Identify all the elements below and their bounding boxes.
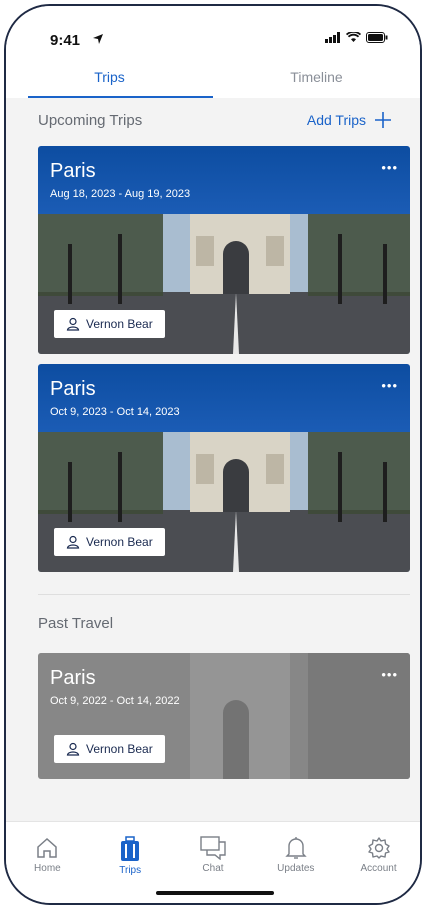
more-options-icon[interactable]: ••• [381,378,398,393]
nav-account[interactable]: Account [337,822,420,903]
past-trip-card[interactable]: Paris Oct 9, 2022 - Oct 14, 2022 ••• Ver… [38,653,410,779]
bottom-nav: Home Trips Chat Updates Account [6,821,420,903]
trip-city: Paris [50,667,96,689]
chat-icon [200,836,226,860]
top-tabs: Trips Timeline [6,58,420,98]
trip-city: Paris [50,160,96,182]
upcoming-header: Upcoming Trips Add Trips [6,98,420,142]
more-options-icon[interactable]: ••• [381,667,398,682]
home-indicator [156,891,274,895]
status-time: 9:41 [50,32,81,49]
trip-city: Paris [50,378,96,400]
tab-timeline[interactable]: Timeline [213,58,420,98]
suitcase-icon [121,836,140,861]
battery-icon [366,32,388,43]
signal-icon [325,32,340,43]
status-icons [325,32,388,43]
tab-trips[interactable]: Trips [6,58,213,98]
nav-updates-label: Updates [277,863,315,874]
past-travel-title: Past Travel [38,615,114,632]
nav-account-label: Account [360,863,397,874]
trip-dates: Oct 9, 2022 - Oct 14, 2022 [50,695,180,707]
trip-card-header: Paris Aug 18, 2023 - Aug 19, 2023 ••• [38,146,410,214]
traveler-name: Vernon Bear [86,535,153,549]
gear-icon [367,837,390,859]
traveler-name: Vernon Bear [86,317,153,331]
bell-icon [285,837,307,859]
status-bar: 9:41 [6,6,420,58]
person-icon [66,742,80,756]
add-trips-button[interactable]: Add Trips [307,111,392,129]
trip-card-header: Paris Oct 9, 2023 - Oct 14, 2023 ••• [38,364,410,432]
more-options-icon[interactable]: ••• [381,160,398,175]
phone-frame: 9:41 Trips Timeline Upcoming Trips Add T… [4,4,422,905]
trip-card[interactable]: Paris Aug 18, 2023 - Aug 19, 2023 ••• Ve… [38,146,410,354]
person-icon [66,535,80,549]
home-icon [37,837,58,858]
nav-home[interactable]: Home [6,822,89,903]
trip-card[interactable]: Paris Oct 9, 2023 - Oct 14, 2023 ••• Ver… [38,364,410,572]
traveler-button[interactable]: Vernon Bear [54,310,165,338]
trips-content: Upcoming Trips Add Trips Paris Aug 18, 2… [6,98,420,821]
nav-chat-label: Chat [202,863,224,874]
nav-trips-label: Trips [119,865,142,876]
nav-home-label: Home [34,863,61,874]
location-arrow-icon [93,34,103,44]
traveler-button[interactable]: Vernon Bear [54,735,165,763]
traveler-button[interactable]: Vernon Bear [54,528,165,556]
trip-dates: Oct 9, 2023 - Oct 14, 2023 [50,406,180,418]
upcoming-title: Upcoming Trips [38,111,143,129]
plus-icon [375,112,391,128]
wifi-icon [346,32,361,42]
traveler-name: Vernon Bear [86,742,153,756]
trip-dates: Aug 18, 2023 - Aug 19, 2023 [50,188,191,200]
person-icon [66,317,80,331]
add-trips-label: Add Trips [306,112,366,128]
